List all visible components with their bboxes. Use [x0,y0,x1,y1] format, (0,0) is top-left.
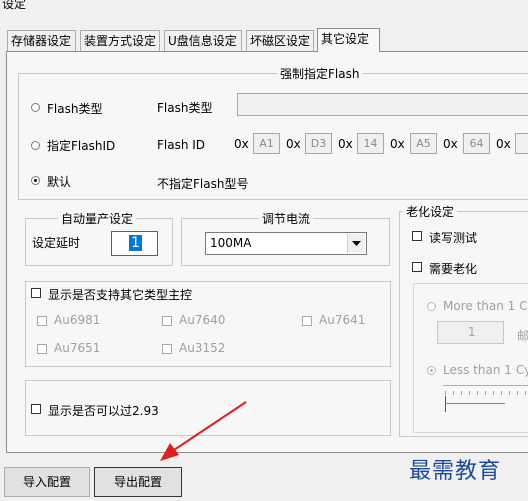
flash-type-input[interactable] [237,93,528,116]
slider-thumb[interactable] [445,396,446,412]
delay-value: 1 [129,235,142,251]
host-au7651-checkbox[interactable] [37,344,47,354]
tab-udisk-info[interactable]: U盘信息设定 [164,30,242,51]
host-au7641-checkbox[interactable] [302,316,312,326]
radio-flash-id[interactable] [31,141,40,150]
hex-prefix: 0x [286,137,301,151]
tab-storage[interactable]: 存储器设定 [7,30,76,51]
host-support-label: 显示是否支持其它类型主控 [48,288,193,302]
host-au3152-checkbox[interactable] [162,344,172,354]
radio-less-than[interactable] [427,366,436,375]
export-config-button[interactable]: 导出配置 [94,467,182,497]
slider-baseline [445,403,505,404]
import-config-button[interactable]: 导入配置 [4,467,90,497]
cycles-value: 1 [468,325,476,339]
host-au6981-checkbox[interactable] [37,316,47,326]
radio-default[interactable] [31,176,40,185]
radio-flash-id-label: 指定FlashID [47,139,116,153]
cycles-suffix: 邮 [517,329,528,343]
radio-flash-type-label: Flash类型 [47,102,103,116]
host-au7640-checkbox[interactable] [162,316,172,326]
flash-id-byte-3[interactable]: 14 [357,133,384,154]
delay-input[interactable]: 1 [111,231,158,256]
tab-mount-mode[interactable]: 装置方式设定 [80,30,160,51]
hex-prefix: 0x [496,137,511,151]
need-aging-label: 需要老化 [429,262,478,276]
flash-id-byte-1[interactable]: A1 [253,133,280,154]
current-select[interactable]: 100MA [205,232,367,255]
watermark-text: 最需教育 [409,459,502,484]
host-au7651-label: Au7651 [54,341,101,355]
host-au6981-label: Au6981 [54,313,101,327]
current-legend: 调节电流 [259,210,314,227]
window-title: 设定 [2,0,27,11]
flash-id-byte-5[interactable]: 64 [463,133,490,154]
less-than-label: Less than 1 Cy [443,363,528,377]
pass-label: 显示是否可以过2.93 [48,404,159,418]
flash-id-bytes: 0x A1 0x D3 0x 14 0x A5 0x 64 0x [234,133,528,154]
host-au3152-label: Au3152 [179,341,226,355]
auto-production-legend: 自动量产设定 [58,210,137,227]
hex-prefix: 0x [390,137,405,151]
slider-track [443,385,528,390]
more-than-label: More than 1 Cy [443,299,528,313]
hex-prefix: 0x [443,137,458,151]
delay-label: 设定延时 [32,236,81,250]
cycles-input[interactable]: 1 [437,321,504,344]
flash-id-field-label: Flash ID [157,138,206,152]
tab-bad-block[interactable]: 坏磁区设定 [246,30,314,51]
radio-default-label: 默认 [47,175,72,189]
default-description: 不指定Flash型号 [157,177,249,191]
aging-legend: 老化设定 [403,203,458,220]
rw-test-label: 读写测试 [429,231,478,245]
chevron-down-icon[interactable] [347,234,365,253]
hex-prefix: 0x [234,137,249,151]
flash-id-byte-4[interactable]: A5 [410,133,437,154]
host-support-checkbox[interactable] [31,288,41,298]
annotation-arrow-icon [160,401,247,461]
rw-test-checkbox[interactable] [412,231,422,241]
aging-slider[interactable] [441,382,528,414]
tab-other-settings[interactable]: 其它设定 [317,28,380,52]
tab-bar: 存储器设定 装置方式设定 U盘信息设定 坏磁区设定 其它设定 [0,28,528,52]
hex-prefix: 0x [338,137,353,151]
radio-flash-type[interactable] [31,103,40,112]
force-flash-legend: 强制指定Flash [277,65,363,82]
need-aging-checkbox[interactable] [412,262,422,272]
pass-checkbox[interactable] [31,404,41,414]
radio-more-than[interactable] [427,302,436,311]
host-au7640-label: Au7640 [179,313,226,327]
flash-type-field-label: Flash类型 [157,101,213,115]
host-au7641-label: Au7641 [319,313,366,327]
current-select-value: 100MA [210,236,252,250]
flash-id-byte-2[interactable]: D3 [305,133,332,154]
flash-id-byte-6[interactable] [515,133,528,154]
